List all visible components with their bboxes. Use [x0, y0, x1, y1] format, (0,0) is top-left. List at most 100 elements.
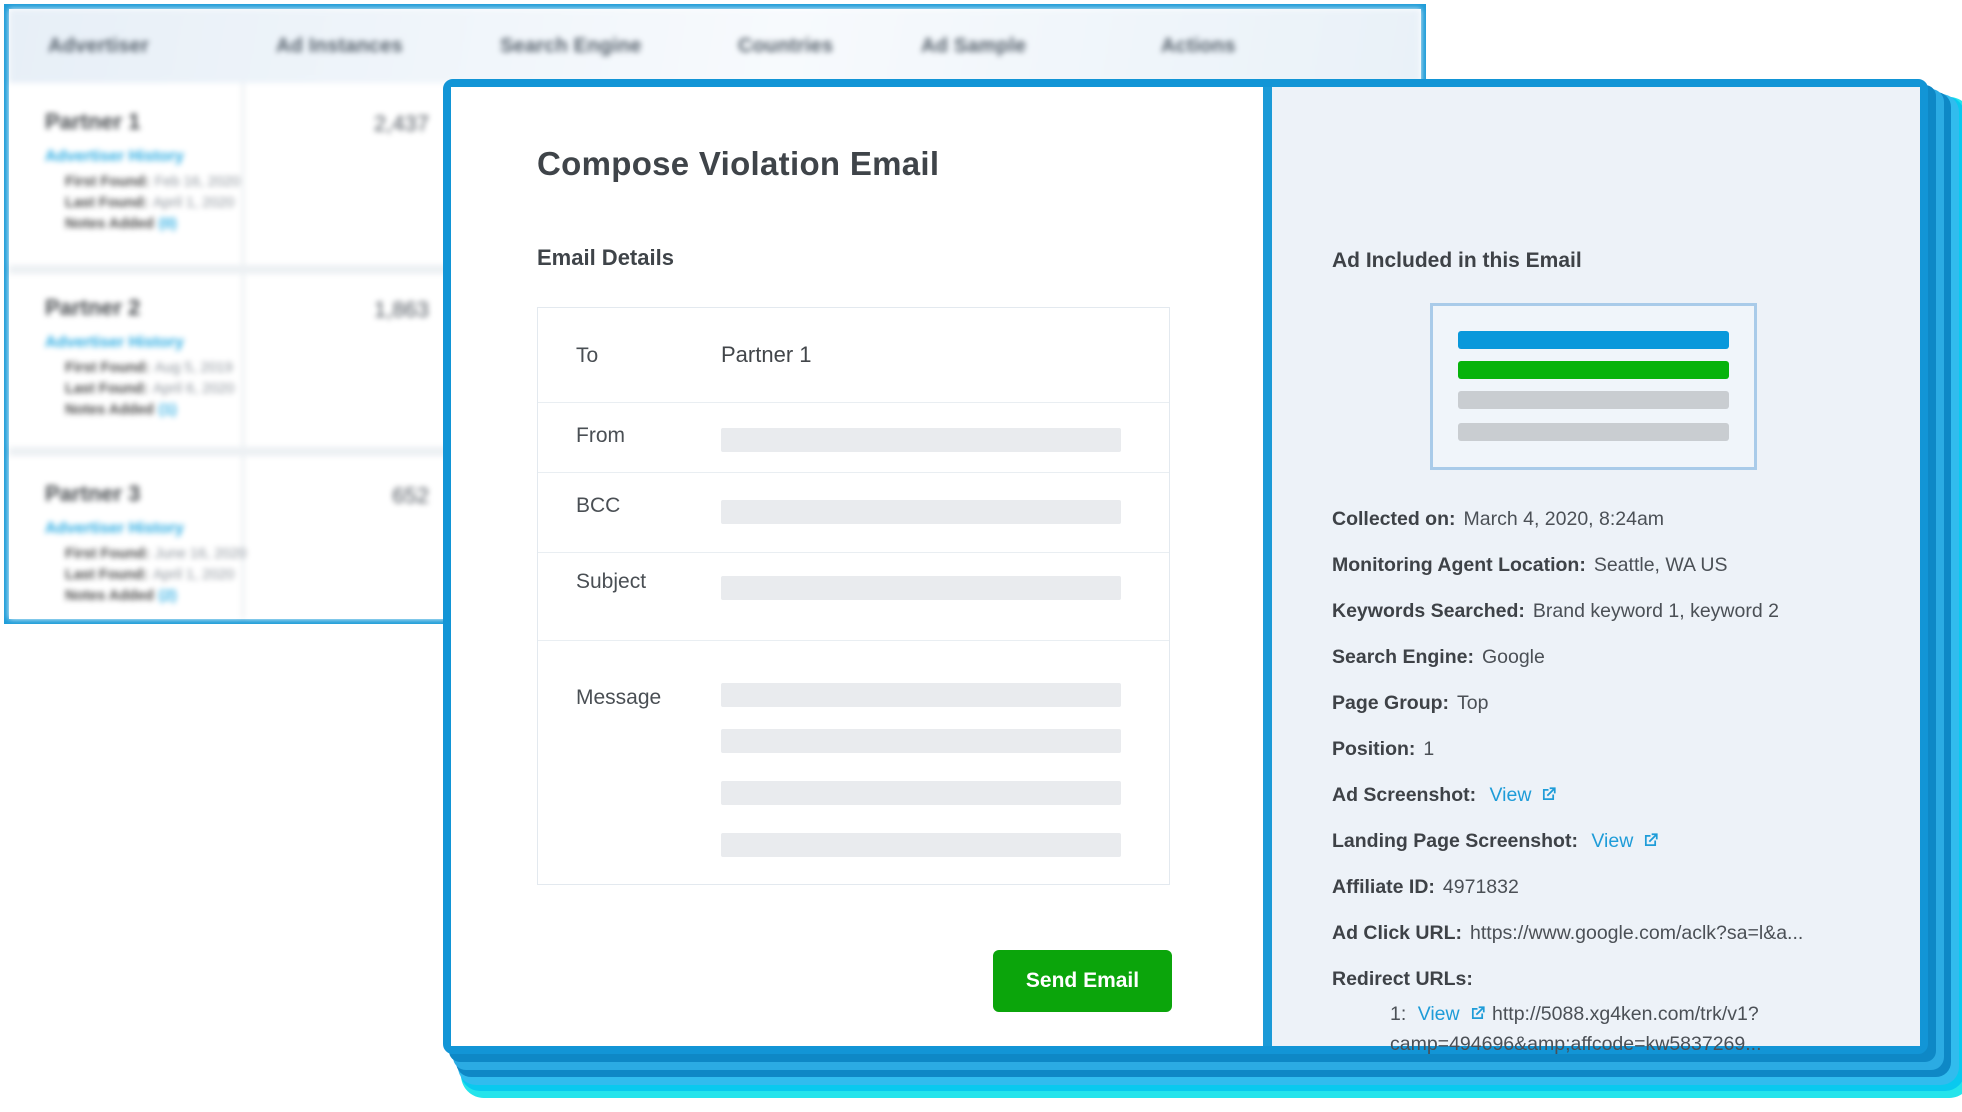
ad-thumbnail [1430, 303, 1757, 470]
form-row-divider [538, 552, 1169, 553]
last-found-label: Last Found: [65, 195, 148, 211]
bcc-label: BCC [576, 494, 620, 518]
detail-label: Redirect URLs: [1332, 968, 1473, 990]
message-field-line[interactable] [721, 729, 1121, 753]
detail-value: https://www.google.com/aclk?sa=l&a... [1470, 922, 1803, 944]
detail-value: Seattle, WA US [1594, 554, 1728, 576]
ad-panel: Ad Included in this Email Collected on: M… [1272, 87, 1920, 1046]
detail-affiliate-id: Affiliate ID: 4971832 [1332, 875, 1886, 900]
form-row-divider [538, 472, 1169, 473]
first-found-line: First Found:Aug 5, 2019 [45, 360, 235, 376]
detail-position: Position: 1 [1332, 737, 1886, 762]
detail-label: Affiliate ID: [1332, 876, 1435, 898]
column-header-ad-sample[interactable]: Ad Sample [921, 35, 1026, 58]
form-row-divider [538, 640, 1169, 641]
column-header-countries[interactable]: Countries [738, 35, 833, 58]
advertiser-history-link[interactable]: Advertiser History [45, 334, 184, 352]
table-row: Partner 2 Advertiser History First Found… [45, 295, 235, 423]
message-field-line[interactable] [721, 833, 1121, 857]
notes-label: Notes Added [65, 216, 154, 232]
first-found-label: First Found: [65, 360, 150, 376]
detail-label: Page Group: [1332, 692, 1449, 714]
subject-field[interactable] [721, 576, 1121, 600]
send-email-button[interactable]: Send Email [993, 950, 1172, 1012]
detail-label: Collected on: [1332, 508, 1456, 530]
table-header-row: Advertiser Ad Instances Search Engine Co… [9, 9, 1421, 83]
redirect-index: 1: [1390, 1003, 1406, 1025]
ad-instances-value: 652 [249, 483, 429, 509]
to-field[interactable]: Partner 1 [721, 342, 812, 368]
from-label: From [576, 424, 625, 448]
ad-headline-bar [1458, 331, 1729, 349]
last-found-line: Last Found:April 6, 2020 [45, 381, 235, 397]
first-found-value: June 16, 2020 [155, 546, 247, 562]
message-field[interactable] [721, 683, 1121, 707]
page: Advertiser Ad Instances Search Engine Co… [0, 0, 1962, 1112]
detail-landing-screenshot: Landing Page Screenshot: View [1332, 829, 1886, 854]
notes-count-link[interactable]: (1) [159, 402, 177, 418]
detail-label: Monitoring Agent Location: [1332, 554, 1586, 576]
bcc-field[interactable] [721, 500, 1121, 524]
detail-ad-screenshot: Ad Screenshot: View [1332, 783, 1886, 808]
ad-instances-value: 1,863 [249, 297, 429, 323]
redirect-url-entry: 1: View http://5088.xg4ken.com/trk/v1? c… [1332, 999, 1886, 1059]
table-row: Partner 3 Advertiser History First Found… [45, 481, 235, 609]
notes-label: Notes Added [65, 402, 154, 418]
column-header-actions[interactable]: Actions [1161, 35, 1236, 58]
notes-count-link[interactable]: (0) [159, 216, 177, 232]
ad-panel-title: Ad Included in this Email [1332, 249, 1582, 273]
detail-agent-location: Monitoring Agent Location: Seattle, WA US [1332, 553, 1886, 578]
message-label: Message [576, 686, 661, 710]
last-found-label: Last Found: [65, 381, 148, 397]
modal-title: Compose Violation Email [537, 145, 939, 183]
detail-label: Position: [1332, 738, 1415, 760]
detail-label: Keywords Searched: [1332, 600, 1525, 622]
detail-value: Top [1457, 692, 1488, 714]
detail-label: Ad Click URL: [1332, 922, 1462, 944]
advertiser-history-link[interactable]: Advertiser History [45, 148, 184, 166]
column-header-search-engine[interactable]: Search Engine [500, 35, 642, 58]
compose-email-modal: Compose Violation Email Email Details To… [443, 79, 1928, 1054]
detail-label: Search Engine: [1332, 646, 1474, 668]
message-field-line[interactable] [721, 781, 1121, 805]
detail-collected-on: Collected on: March 4, 2020, 8:24am [1332, 507, 1886, 532]
detail-value: Google [1482, 646, 1545, 668]
ad-screenshot-view-link[interactable]: View [1490, 784, 1532, 806]
email-form: To Partner 1 From BCC Subject Message [537, 307, 1170, 885]
detail-value: 1 [1423, 738, 1434, 760]
subject-label: Subject [576, 570, 646, 594]
detail-search-engine: Search Engine: Google [1332, 645, 1886, 670]
advertiser-name: Partner 2 [45, 295, 235, 321]
notes-line: Notes Added (1) [45, 402, 235, 418]
notes-label: Notes Added [65, 588, 154, 604]
column-divider [242, 83, 244, 619]
first-found-line: First Found:June 16, 2020 [45, 546, 235, 562]
ad-text-bar [1458, 423, 1729, 441]
last-found-line: Last Found:April 1, 2020 [45, 567, 235, 583]
last-found-label: Last Found: [65, 567, 148, 583]
first-found-value: Feb 16, 2020 [155, 174, 240, 190]
redirect-view-link[interactable]: View [1418, 1003, 1460, 1025]
landing-screenshot-view-link[interactable]: View [1591, 830, 1633, 852]
ad-instances-value: 2,437 [249, 111, 429, 137]
notes-line: Notes Added (0) [45, 216, 235, 232]
external-link-icon [1641, 831, 1660, 850]
ad-url-bar [1458, 361, 1729, 379]
first-found-label: First Found: [65, 546, 150, 562]
column-header-advertiser[interactable]: Advertiser [48, 35, 149, 58]
advertiser-history-link[interactable]: Advertiser History [45, 520, 184, 538]
from-field[interactable] [721, 428, 1121, 452]
last-found-line: Last Found:April 1, 2020 [45, 195, 235, 211]
detail-value: Brand keyword 1, keyword 2 [1533, 600, 1779, 622]
panel-divider [1263, 87, 1272, 1046]
detail-value: 4971832 [1443, 876, 1519, 898]
detail-value: March 4, 2020, 8:24am [1464, 508, 1665, 530]
redirect-url-line2: camp=494696&amp;affcode=kw5837269... [1390, 1033, 1762, 1055]
ad-text-bar [1458, 391, 1729, 409]
notes-count-link[interactable]: (2) [159, 588, 177, 604]
email-details-heading: Email Details [537, 245, 674, 271]
first-found-label: First Found: [65, 174, 150, 190]
column-header-ad-instances[interactable]: Ad Instances [276, 35, 403, 58]
table-row: Partner 1 Advertiser History First Found… [45, 109, 235, 237]
detail-ad-click-url: Ad Click URL: https://www.google.com/aclk… [1332, 921, 1886, 946]
